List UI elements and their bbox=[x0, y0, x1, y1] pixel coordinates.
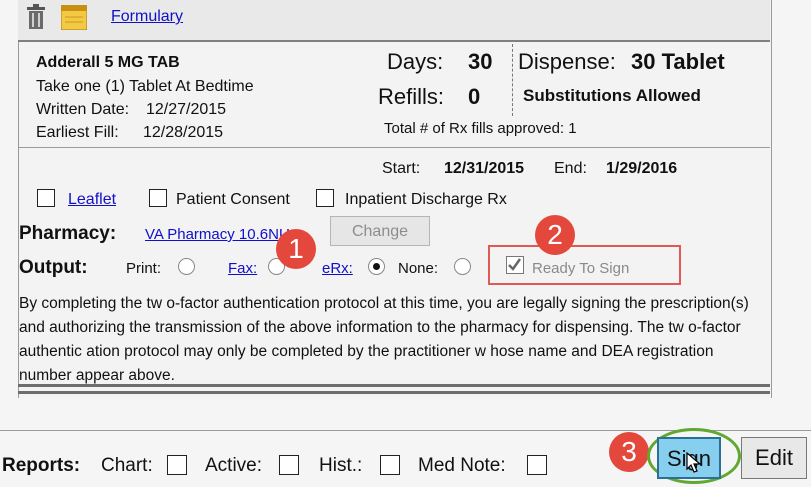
days-label: Days: bbox=[387, 49, 444, 74]
reports-label: Reports: bbox=[2, 455, 81, 476]
step-marker-3: 3 bbox=[609, 432, 649, 472]
end-label: End: bbox=[554, 160, 587, 177]
erx-link[interactable]: eRx: bbox=[322, 260, 353, 277]
hist-checkbox[interactable] bbox=[380, 455, 400, 475]
dispense-value: 30 Tablet bbox=[631, 49, 725, 74]
cursor-icon bbox=[686, 452, 702, 473]
section-divider bbox=[18, 147, 770, 148]
earliest-fill-label: Earliest Fill: bbox=[36, 124, 119, 141]
days-value: 30 bbox=[468, 49, 493, 74]
ready-to-sign-label: Ready To Sign bbox=[532, 260, 630, 277]
patient-consent-label: Patient Consent bbox=[176, 191, 290, 208]
edit-button[interactable]: Edit bbox=[741, 437, 807, 479]
none-label: None: bbox=[398, 260, 439, 277]
bottom-rule-1 bbox=[18, 384, 770, 387]
earliest-fill: 12/28/2015 bbox=[143, 124, 224, 141]
refills-value: 0 bbox=[468, 84, 481, 109]
ready-to-sign-checkbox[interactable] bbox=[506, 256, 524, 274]
leaflet-checkbox[interactable] bbox=[37, 189, 55, 207]
start-date: 12/31/2015 bbox=[444, 160, 525, 177]
written-date-label: Written Date: bbox=[36, 101, 130, 118]
output-label: Output: bbox=[19, 257, 88, 278]
end-date: 1/29/2016 bbox=[606, 160, 678, 177]
step-marker-2: 2 bbox=[535, 215, 575, 255]
substitutions: Substitutions Allowed bbox=[523, 86, 701, 105]
refills-label: Refills: bbox=[378, 84, 445, 109]
details-separator bbox=[512, 44, 513, 116]
print-label: Print: bbox=[126, 260, 162, 277]
print-radio[interactable] bbox=[178, 258, 195, 275]
med-note-label: Med Note: bbox=[418, 455, 506, 476]
start-label: Start: bbox=[382, 160, 421, 177]
written-date: 12/27/2015 bbox=[146, 101, 227, 118]
none-radio[interactable] bbox=[454, 258, 471, 275]
pharmacy-link[interactable]: VA Pharmacy 10.6NU bbox=[145, 226, 290, 243]
dispense-label: Dispense: bbox=[518, 49, 616, 74]
legal-disclaimer: By completing the tw o-factor authentica… bbox=[19, 295, 749, 384]
leaflet-link[interactable]: Leaflet bbox=[68, 191, 116, 209]
instructions: Take one (1) Tablet At Bedtime bbox=[36, 78, 254, 95]
fax-link[interactable]: Fax: bbox=[228, 260, 257, 277]
bottom-rule-2 bbox=[18, 391, 770, 394]
step-marker-1: 1 bbox=[276, 229, 316, 269]
trash-icon[interactable] bbox=[26, 4, 46, 30]
formulary-link[interactable]: Formulary bbox=[111, 8, 183, 26]
pharmacy-label: Pharmacy: bbox=[19, 223, 117, 244]
chart-checkbox[interactable] bbox=[167, 455, 187, 475]
erx-radio[interactable] bbox=[368, 258, 385, 275]
note-icon[interactable] bbox=[61, 5, 87, 30]
checkmark-icon bbox=[508, 258, 522, 271]
active-label: Active: bbox=[205, 455, 263, 476]
inpatient-discharge-checkbox[interactable] bbox=[316, 189, 334, 207]
total-fills: Total # of Rx fills approved: 1 bbox=[384, 120, 577, 137]
inpatient-discharge-label: Inpatient Discharge Rx bbox=[345, 191, 507, 208]
change-pharmacy-button[interactable]: Change bbox=[330, 216, 430, 246]
active-checkbox[interactable] bbox=[279, 455, 299, 475]
patient-consent-checkbox[interactable] bbox=[149, 189, 167, 207]
drug-name: Adderall 5 MG TAB bbox=[36, 54, 180, 71]
chart-label: Chart: bbox=[101, 455, 153, 476]
hist-label: Hist.: bbox=[319, 455, 363, 476]
med-note-checkbox[interactable] bbox=[527, 455, 547, 475]
